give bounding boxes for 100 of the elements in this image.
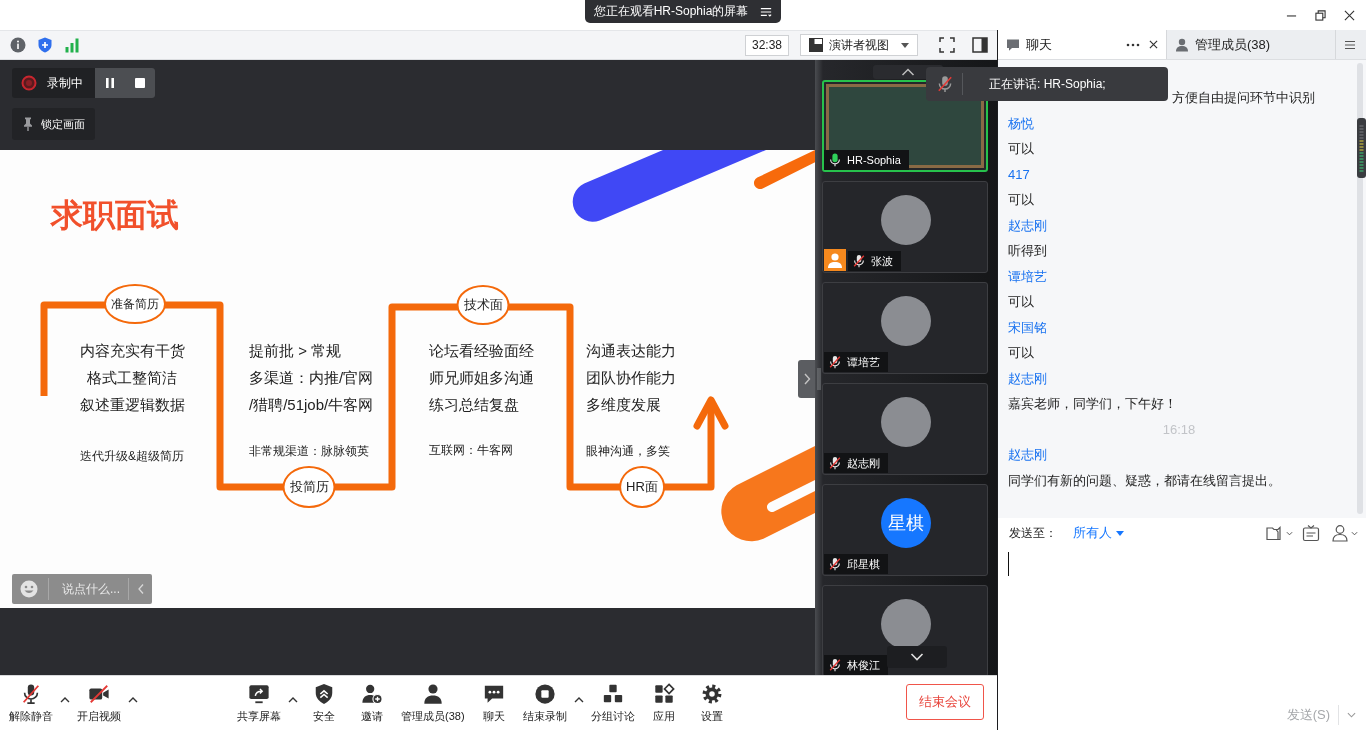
side-panel-icon[interactable]: [972, 37, 988, 53]
pause-icon: [104, 77, 116, 89]
caret-down-icon[interactable]: [1351, 530, 1358, 536]
layout-icon: [809, 38, 823, 52]
chat-message: 听得到: [1008, 242, 1047, 260]
audio-level-icon: [1357, 118, 1366, 178]
panel-tab[interactable]: 聊天: [998, 30, 1167, 59]
stop-circle-icon: [533, 683, 556, 705]
pin-icon: [21, 117, 35, 131]
speech-bubble-icon: [482, 683, 505, 705]
participant-tile[interactable]: 谭培艺: [822, 282, 988, 374]
shield-icon[interactable]: [37, 37, 53, 53]
slide-note: 眼神沟通，多笑: [586, 444, 670, 459]
start-video-button[interactable]: 开启视频: [74, 676, 124, 724]
sender-name: 赵志刚: [1008, 216, 1047, 235]
smiley-icon[interactable]: [20, 580, 38, 598]
restore-icon[interactable]: [1315, 10, 1326, 21]
initials-avatar: 星棋: [881, 498, 931, 548]
caret-up-icon[interactable]: [128, 697, 138, 703]
participant-tile[interactable]: 赵志刚: [822, 383, 988, 475]
participant-tile[interactable]: HR-Sophia: [822, 80, 988, 172]
speech-bubble-icon: [1006, 37, 1020, 52]
close-icon[interactable]: [1149, 40, 1158, 49]
sender-name: 谭培艺: [1008, 267, 1047, 286]
resize-grip-icon[interactable]: [817, 368, 821, 390]
person-icon: [1175, 37, 1189, 52]
crossed-camera-icon: [88, 683, 110, 705]
end-meeting-button[interactable]: 结束会议: [906, 684, 984, 720]
record-icon: [21, 75, 37, 91]
slide-note: 迭代升级&超级简历: [80, 449, 184, 464]
more-icon[interactable]: [1126, 42, 1140, 47]
security-button[interactable]: 安全: [302, 676, 346, 724]
avatar-placeholder: [881, 195, 931, 245]
close-icon[interactable]: [1344, 10, 1355, 21]
scrollbar[interactable]: [1357, 63, 1363, 514]
meeting-timer: 32:38: [744, 34, 789, 56]
slide-text: /猎聘/51job/牛客网: [249, 395, 374, 415]
info-icon[interactable]: [10, 37, 26, 53]
chat-message: 同学们有新的问题、疑惑，都请在线留言提出。: [1008, 471, 1281, 490]
participant-tile[interactable]: 星棋 邱星棋: [822, 484, 988, 576]
stop-icon: [134, 77, 146, 89]
slide-text: 提前批 > 常规: [249, 341, 342, 361]
fullscreen-icon[interactable]: [939, 37, 955, 53]
participant-tile[interactable]: 张波: [822, 181, 988, 273]
slide-note: 非常规渠道：脉脉领英: [249, 444, 369, 459]
slide-text: 多渠道：内推/官网: [249, 368, 374, 388]
signal-icon[interactable]: [64, 37, 80, 53]
chat-message: 可以: [1008, 140, 1034, 158]
speaker-text: 正在讲话: HR-Sophia;: [989, 75, 1106, 93]
stop-button[interactable]: [132, 75, 148, 91]
stage-node: 投简历: [282, 466, 336, 508]
slide-text: 练习总结复盘: [429, 395, 519, 415]
list-icon[interactable]: [760, 5, 773, 18]
slide-text: 格式工整简洁: [87, 368, 177, 388]
muted-mic-icon: [20, 683, 42, 705]
avatar-placeholder: [881, 599, 931, 649]
caret-up-icon[interactable]: [60, 697, 70, 703]
caret-up-icon[interactable]: [573, 697, 584, 703]
stage-node: HR面: [619, 466, 665, 508]
participant-tile[interactable]: 林俊江: [822, 585, 988, 675]
sender-name: 417: [1008, 165, 1030, 184]
chat-button[interactable]: 聊天: [471, 676, 516, 724]
stage-node: 准备简历: [104, 284, 166, 324]
slide-text: 内容充实有干货: [79, 341, 185, 361]
collapse-handle[interactable]: [798, 360, 815, 398]
chevron-right-icon: [802, 372, 811, 386]
caret-down-icon: [901, 42, 909, 48]
share-screen-button[interactable]: 共享屏幕: [234, 676, 284, 724]
blocks-icon: [601, 683, 624, 705]
user-icon[interactable]: [1331, 524, 1349, 542]
unmute-button[interactable]: 解除静音: [6, 676, 56, 724]
settings-button[interactable]: 设置: [689, 676, 734, 724]
participant-name: HR-Sophia: [847, 154, 901, 166]
monitor-arrow-icon: [248, 683, 270, 705]
slide-text: 论坛看经验面经: [429, 341, 534, 361]
caret-down-icon[interactable]: [1286, 530, 1293, 536]
chat-message: 方便自由提问环节中识别: [1172, 89, 1315, 107]
avatar-placeholder: [881, 397, 931, 447]
person-plus-icon: [361, 683, 383, 705]
participant-name: 赵志刚: [847, 455, 880, 471]
send-to-label: 发送至：: [1009, 524, 1057, 542]
notice-board-icon[interactable]: [1302, 524, 1320, 542]
invite-button[interactable]: 邀请: [350, 676, 394, 724]
caret-up-icon[interactable]: [288, 697, 298, 703]
avatar-placeholder: [881, 296, 931, 346]
sender-name: 赵志刚: [1008, 446, 1047, 464]
slide-text: 师兄师姐多沟通: [429, 368, 534, 388]
text-cursor: [1008, 552, 1009, 576]
folder-icon[interactable]: [1266, 524, 1284, 542]
shield-icon: [313, 683, 335, 705]
view-mode-button[interactable]: 演讲者视图: [800, 34, 918, 56]
lock-view-button[interactable]: 锁定画面: [12, 108, 95, 140]
muted-mic-icon: [936, 75, 954, 93]
participant-name: 谭培艺: [847, 354, 880, 370]
breakout-rooms-button[interactable]: 分组讨论: [587, 676, 638, 724]
recipient-dropdown[interactable]: 所有人: [1073, 524, 1124, 542]
apps-button[interactable]: 应用: [641, 676, 686, 724]
stop-recording-button[interactable]: 结束录制: [519, 676, 570, 724]
slide-note: 互联网：牛客网: [429, 443, 513, 458]
participants-button[interactable]: 管理成员(38): [398, 676, 468, 724]
